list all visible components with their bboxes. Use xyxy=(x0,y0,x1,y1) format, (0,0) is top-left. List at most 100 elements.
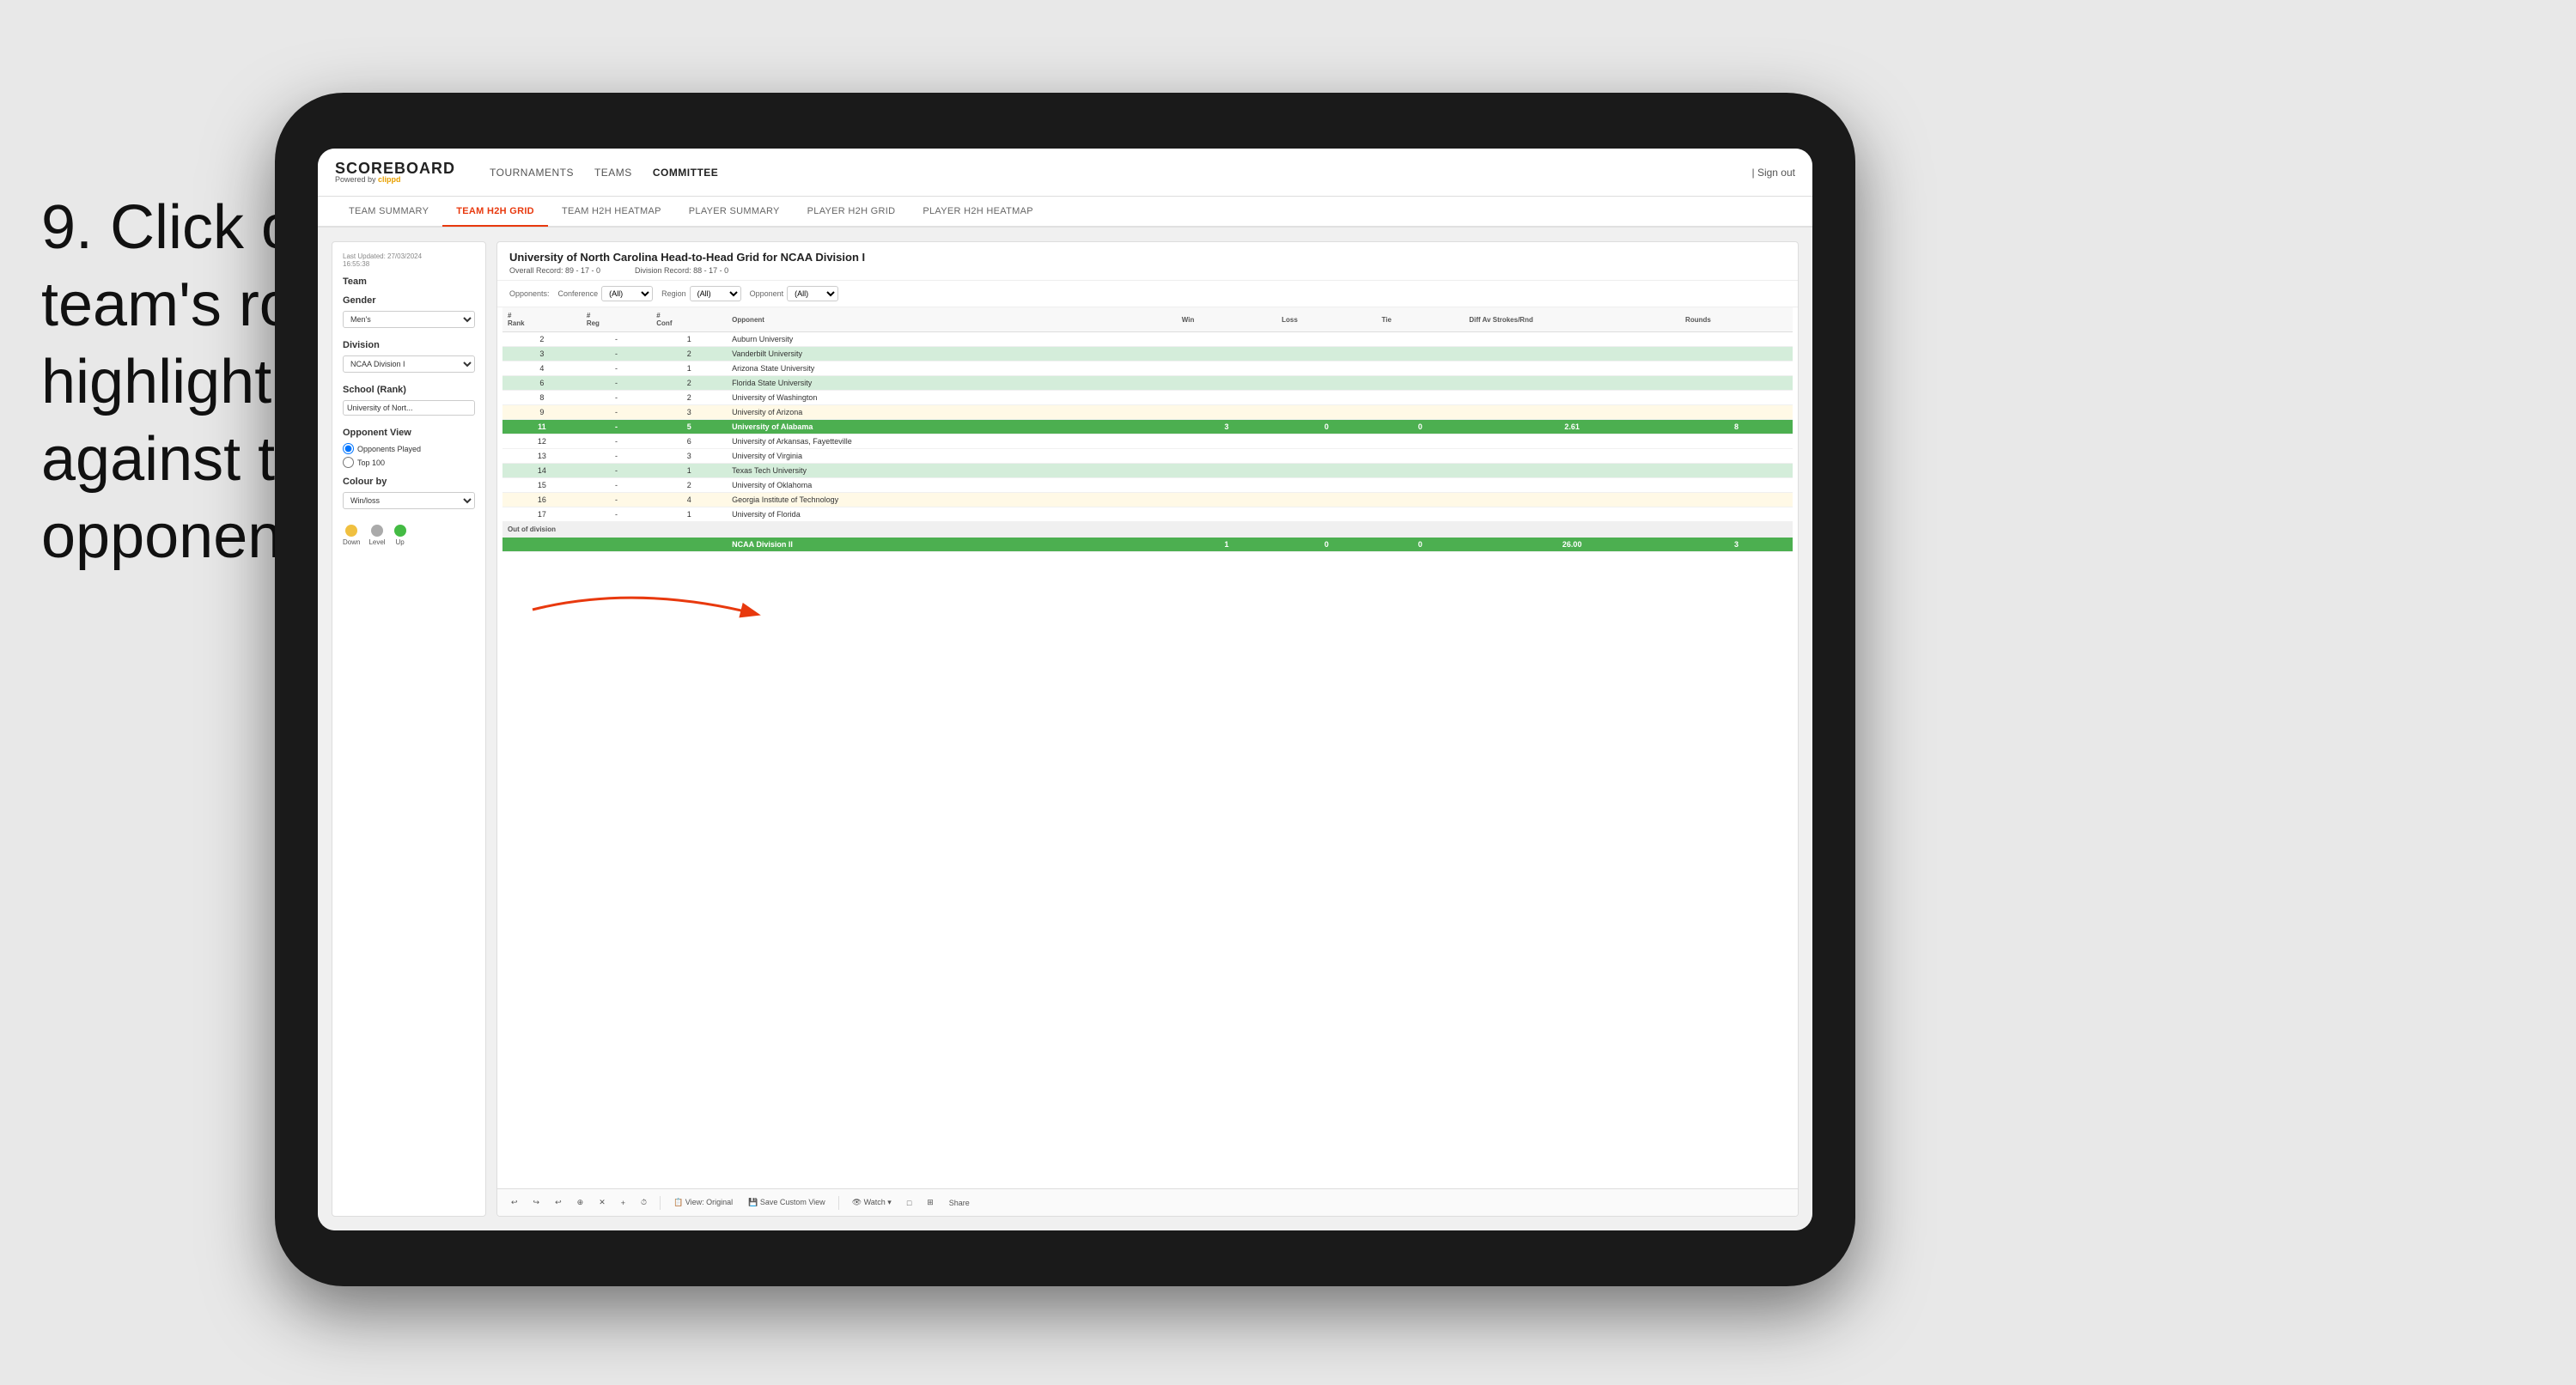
school-label: School (Rank) xyxy=(343,385,475,395)
main-content: Last Updated: 27/03/2024 16:55:38 Team G… xyxy=(318,228,1812,1230)
legend-dot-up xyxy=(394,525,406,537)
subnav-team-h2h-heatmap[interactable]: TEAM H2H HEATMAP xyxy=(548,197,675,227)
toolbar-view-original[interactable]: 📋 View: Original xyxy=(668,1195,738,1210)
table-row[interactable]: 16-4 Georgia Institute of Technology xyxy=(502,493,1793,507)
grid-title: University of North Carolina Head-to-Hea… xyxy=(509,251,1786,264)
conference-filter: Conference (All) xyxy=(558,286,654,301)
region-filter: Region (All) xyxy=(661,286,741,301)
data-table-container: #Rank #Reg #Conf Opponent Win Loss Tie D… xyxy=(497,307,1798,1188)
radio-opponents-played[interactable]: Opponents Played xyxy=(343,443,475,454)
toolbar-back[interactable]: ↩ xyxy=(550,1195,567,1210)
tablet-screen: SCOREBOARD Powered by clippd TOURNAMENTS… xyxy=(318,149,1812,1230)
subnav-team-summary[interactable]: TEAM SUMMARY xyxy=(335,197,442,227)
radio-top100[interactable]: Top 100 xyxy=(343,457,475,468)
cell-opponent: University of Arizona xyxy=(727,405,1177,420)
cell-opponent: University of Arkansas, Fayetteville xyxy=(727,434,1177,449)
col-header-reg: #Reg xyxy=(582,307,651,332)
table-row[interactable]: 15-2 University of Oklahoma xyxy=(502,478,1793,493)
table-row[interactable]: 12-6 University of Arkansas, Fayettevill… xyxy=(502,434,1793,449)
division-record: Division Record: 88 - 17 - 0 xyxy=(635,266,728,275)
subnav-player-h2h-grid[interactable]: PLAYER H2H GRID xyxy=(794,197,910,227)
team-section-label: Team xyxy=(343,276,475,287)
cell-reg: - xyxy=(582,332,651,347)
table-row[interactable]: 3-2 Vanderbilt University xyxy=(502,347,1793,361)
division-select[interactable]: NCAA Division I xyxy=(343,355,475,373)
cell-opponent: University of Virginia xyxy=(727,449,1177,464)
table-row[interactable]: 2 - 1 Auburn University xyxy=(502,332,1793,347)
col-header-tie: Tie xyxy=(1377,307,1465,332)
out-of-div-loss: 0 xyxy=(1276,538,1376,552)
school-input[interactable] xyxy=(343,400,475,416)
table-row[interactable]: 17-1 University of Florida xyxy=(502,507,1793,522)
region-select[interactable]: (All) xyxy=(690,286,741,301)
table-row[interactable]: 6-2 Florida State University xyxy=(502,376,1793,391)
legend-dot-down xyxy=(345,525,357,537)
grid-records: Overall Record: 89 - 17 - 0 Division Rec… xyxy=(509,266,1786,275)
col-header-conf: #Conf xyxy=(651,307,727,332)
out-of-division-row[interactable]: NCAA Division II 1 0 0 26.00 3 xyxy=(502,538,1793,552)
toolbar-clock[interactable]: ⏱ xyxy=(636,1195,652,1210)
opponents-filter-label: Opponents: xyxy=(509,289,550,298)
timestamp: Last Updated: 27/03/2024 16:55:38 xyxy=(343,252,475,268)
opponent-view-group: Opponents Played Top 100 xyxy=(343,443,475,468)
legend-down: Down xyxy=(343,525,360,546)
nav-teams[interactable]: TEAMS xyxy=(594,167,632,179)
out-of-div-tie: 0 xyxy=(1377,538,1465,552)
table-row[interactable]: 14-1 Texas Tech University xyxy=(502,464,1793,478)
table-row-selected[interactable]: 11-5 University of Alabama 3 0 0 2.61 8 xyxy=(502,420,1793,434)
toolbar-grid[interactable]: ⊞ xyxy=(922,1195,939,1210)
toolbar-separator xyxy=(660,1196,661,1210)
table-body: 2 - 1 Auburn University xyxy=(502,332,1793,552)
legend-up: Up xyxy=(394,525,406,546)
table-row[interactable]: 8-2 University of Washington xyxy=(502,391,1793,405)
legend-label-up: Up xyxy=(395,538,404,546)
cell-conf: 1 xyxy=(651,332,727,347)
toolbar-redo[interactable]: ↪ xyxy=(528,1195,545,1210)
toolbar-undo[interactable]: ↩ xyxy=(506,1195,523,1210)
subnav-team-h2h-grid[interactable]: TEAM H2H GRID xyxy=(442,197,548,227)
nav-links: TOURNAMENTS TEAMS COMMITTEE xyxy=(490,167,718,179)
table-row[interactable]: 9-3 University of Arizona xyxy=(502,405,1793,420)
conference-select[interactable]: (All) xyxy=(601,286,653,301)
toolbar-add[interactable]: ⊕ xyxy=(572,1195,589,1210)
legend-level: Level xyxy=(368,525,385,546)
left-panel: Last Updated: 27/03/2024 16:55:38 Team G… xyxy=(332,241,486,1217)
subnav-player-h2h-heatmap[interactable]: PLAYER H2H HEATMAP xyxy=(909,197,1046,227)
nav-committee[interactable]: COMMITTEE xyxy=(653,167,719,179)
col-header-win: Win xyxy=(1177,307,1276,332)
sub-navigation: TEAM SUMMARY TEAM H2H GRID TEAM H2H HEAT… xyxy=(318,197,1812,228)
subnav-player-summary[interactable]: PLAYER SUMMARY xyxy=(675,197,794,227)
cell-win xyxy=(1177,332,1276,347)
legend-label-down: Down xyxy=(343,538,360,546)
toolbar-separator-2 xyxy=(838,1196,839,1210)
out-of-div-diff: 26.00 xyxy=(1464,538,1680,552)
gender-label: Gender xyxy=(343,295,475,306)
opponent-filter: Opponent (All) xyxy=(750,286,839,301)
toolbar-share[interactable]: Share xyxy=(944,1196,975,1210)
cell-tie xyxy=(1377,332,1465,347)
table-row[interactable]: 4-1 Arizona State University xyxy=(502,361,1793,376)
legend-dot-level xyxy=(371,525,383,537)
toolbar-save-custom[interactable]: 💾 Save Custom View xyxy=(743,1195,831,1210)
toolbar-watch[interactable]: 👁 Watch ▾ xyxy=(847,1195,897,1210)
nav-tournaments[interactable]: TOURNAMENTS xyxy=(490,167,574,179)
col-header-opponent: Opponent xyxy=(727,307,1177,332)
col-header-rank: #Rank xyxy=(502,307,582,332)
overall-record: Overall Record: 89 - 17 - 0 xyxy=(509,266,600,275)
table-row[interactable]: 13-3 University of Virginia xyxy=(502,449,1793,464)
logo-title: SCOREBOARD xyxy=(335,161,455,176)
sign-out-link[interactable]: | Sign out xyxy=(1752,167,1796,179)
toolbar-plus[interactable]: + xyxy=(616,1196,630,1210)
toolbar-copy[interactable]: □ xyxy=(902,1196,917,1210)
opponent-view-label: Opponent View xyxy=(343,428,475,438)
toolbar-remove[interactable]: ✕ xyxy=(594,1195,611,1210)
opponent-select[interactable]: (All) xyxy=(787,286,838,301)
colour-by-label: Colour by xyxy=(343,477,475,487)
grid-filters: Opponents: Conference (All) Region (All) xyxy=(497,281,1798,307)
cell-opponent: Arizona State University xyxy=(727,361,1177,376)
out-of-division-header: Out of division xyxy=(502,522,1793,538)
legend: Down Level Up xyxy=(343,525,475,546)
colour-by-select[interactable]: Win/loss xyxy=(343,492,475,509)
gender-select[interactable]: Men's xyxy=(343,311,475,328)
cell-opponent: Vanderbilt University xyxy=(727,347,1177,361)
